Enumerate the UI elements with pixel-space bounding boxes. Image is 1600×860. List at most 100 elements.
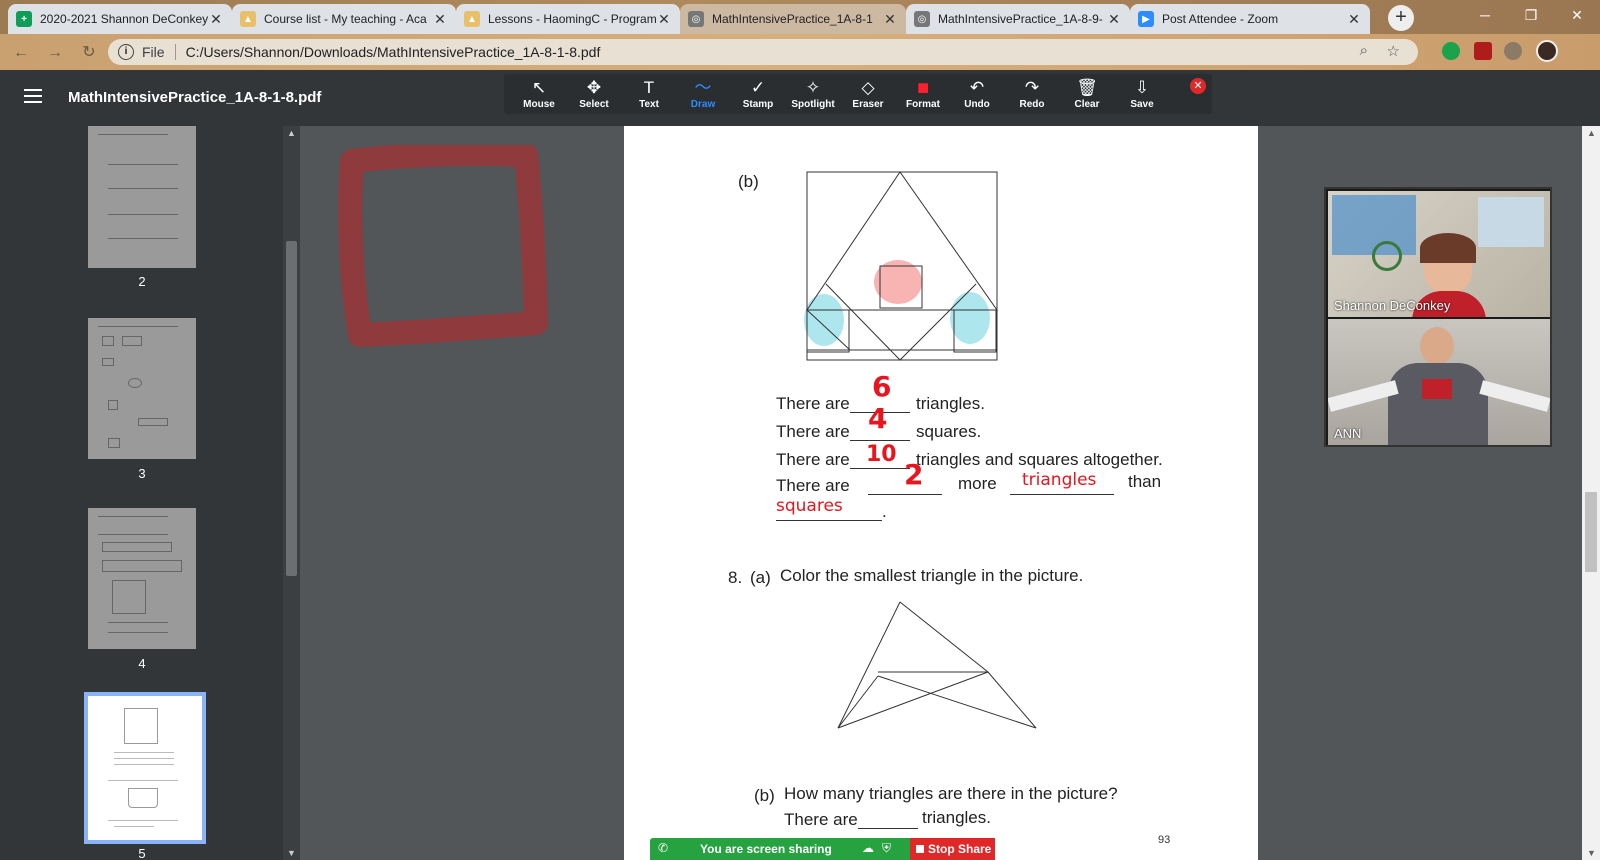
document-scrollbar[interactable]: ▲ ▼ <box>1582 126 1600 860</box>
close-icon[interactable]: ✕ <box>208 11 224 28</box>
line-prefix: There are <box>776 394 850 413</box>
question-8a-text: Color the smallest triangle in the pictu… <box>780 566 1084 585</box>
zoom-magnifier-icon[interactable]: ⌕ <box>1360 42 1368 59</box>
triangle-figure-8a <box>837 601 1037 729</box>
eraser-icon: ◇ <box>861 78 875 97</box>
bookmark-star-icon[interactable]: ☆ <box>1387 42 1400 60</box>
handwritten-answer: 6 <box>872 370 892 403</box>
back-icon[interactable]: ← <box>10 42 32 64</box>
tool-label: Stamp <box>742 99 774 110</box>
tool-label: Save <box>1130 99 1154 110</box>
window-close-icon[interactable]: ✕ <box>1554 0 1600 30</box>
video-tile-host[interactable]: Shannon DeConkey <box>1328 191 1550 317</box>
text-icon: T <box>643 78 655 97</box>
handwritten-answer: triangles <box>1022 470 1097 490</box>
tab-math-practice-2[interactable]: ◎ MathIntensivePractice_1A-8-9- ✕ <box>906 4 1130 34</box>
freehand-rectangle-annotation <box>338 145 548 347</box>
tab-math-practice-active[interactable]: ◎ MathIntensivePractice_1A-8-1 ✕ <box>680 4 906 34</box>
menu-icon[interactable] <box>24 89 42 103</box>
class-icon: ▲ <box>240 11 256 27</box>
ublock-icon[interactable] <box>1474 42 1492 60</box>
tool-select-button[interactable]: ✥ Select <box>567 78 621 112</box>
video-gallery[interactable]: Shannon DeConkey ANN <box>1324 187 1552 447</box>
answer-blank <box>850 468 910 469</box>
tool-label: Format <box>906 99 940 110</box>
handwritten-answer: 10 <box>866 442 897 467</box>
close-icon[interactable]: ✕ <box>656 11 672 28</box>
tab-zoom[interactable]: ▶ Post Attendee - Zoom ✕ <box>1130 4 1370 34</box>
tab-strip: + 2020-2021 Shannon DeConkey ✕ ▲ Course … <box>0 0 1600 34</box>
url-text[interactable]: C:/Users/Shannon/Downloads/MathIntensive… <box>186 44 601 60</box>
question-8b-text: How many triangles are there in the pict… <box>784 784 1118 803</box>
tab-lessons[interactable]: ▲ Lessons - HaomingC - Program ✕ <box>456 4 680 34</box>
tool-spotlight-button[interactable]: ✧ Spotlight <box>786 78 840 112</box>
tool-format-button[interactable]: ■ Format <box>896 78 950 112</box>
tool-text-button[interactable]: T Text <box>622 78 676 112</box>
stop-share-button[interactable]: Stop Share <box>910 838 995 860</box>
globe-icon: ◎ <box>914 11 930 27</box>
phone-icon: ✆ <box>658 841 669 855</box>
close-icon[interactable]: ✕ <box>882 11 898 28</box>
answer-blank <box>850 440 910 441</box>
redo-icon: ↷ <box>1024 78 1040 97</box>
handwritten-answer: 2 <box>904 458 924 491</box>
info-icon[interactable]: i <box>118 44 134 60</box>
tool-label: Mouse <box>523 99 555 110</box>
thumbnail-page-4[interactable] <box>88 508 196 649</box>
tool-label: Undo <box>964 99 990 110</box>
thumbnail-number: 5 <box>138 846 146 860</box>
thumbnail-page-5[interactable] <box>84 692 206 844</box>
tool-stamp-button[interactable]: ✓ Stamp <box>731 78 785 112</box>
tab-sheets[interactable]: + 2020-2021 Shannon DeConkey ✕ <box>8 4 232 34</box>
thumbnail-scrollbar[interactable]: ▲ ▼ <box>283 126 300 860</box>
thumbnail-page-2[interactable] <box>88 126 196 268</box>
shapes-figure-b <box>804 171 998 361</box>
tool-mouse-button[interactable]: ↖ Mouse <box>512 78 566 112</box>
mouse-icon: ↖ <box>531 78 547 97</box>
than-word: than <box>1128 472 1162 491</box>
part-b-label: (b) <box>754 786 775 805</box>
new-tab-button[interactable]: + <box>1388 5 1414 31</box>
divider <box>174 44 176 60</box>
thumbnail-page-3[interactable] <box>88 318 196 459</box>
close-icon[interactable]: ✕ <box>432 11 448 28</box>
tool-clear-button[interactable]: 🗑 Clear <box>1060 78 1114 112</box>
participant-name: Shannon DeConkey <box>1334 298 1451 313</box>
tool-redo-button[interactable]: ↷ Redo <box>1005 78 1059 112</box>
format-icon: ■ <box>916 77 930 99</box>
tool-eraser-button[interactable]: ◇ Eraser <box>841 78 895 112</box>
sheets-icon: + <box>16 11 32 27</box>
part-b-label: (b) <box>738 172 759 191</box>
line-prefix: There are <box>784 810 858 829</box>
reload-icon[interactable]: ↻ <box>78 42 100 64</box>
minimize-icon[interactable]: ─ <box>1462 0 1508 30</box>
tool-label: Select <box>579 99 609 110</box>
close-annotate-icon[interactable]: ✕ <box>1190 78 1206 94</box>
forward-icon[interactable]: → <box>44 42 66 64</box>
line-prefix: There are <box>776 450 850 469</box>
tool-undo-button[interactable]: ↶ Undo <box>950 78 1004 112</box>
tool-label: Spotlight <box>791 99 835 110</box>
security-shield-icon: ⛨ <box>882 841 892 855</box>
video-tile-student[interactable]: ANN <box>1328 319 1550 445</box>
close-icon[interactable]: ✕ <box>1346 11 1362 28</box>
tool-save-button[interactable]: ⇩ Save <box>1115 78 1169 112</box>
tool-draw-button[interactable]: 〜 Draw <box>676 78 730 112</box>
tool-label: Text <box>639 99 659 110</box>
restore-icon[interactable]: ❐ <box>1508 0 1554 30</box>
profile-avatar[interactable] <box>1536 40 1558 62</box>
tool-label: Redo <box>1019 99 1045 110</box>
handwritten-answer: 4 <box>868 402 888 435</box>
thumbnail-number: 4 <box>138 656 146 671</box>
extension-icon[interactable] <box>1442 42 1460 60</box>
line-prefix: There are <box>776 476 850 495</box>
close-icon[interactable]: ✕ <box>1106 11 1122 28</box>
extensions-puzzle-icon[interactable] <box>1504 42 1522 60</box>
tab-title: Lessons - HaomingC - Program <box>488 12 656 26</box>
tab-course-list[interactable]: ▲ Course list - My teaching - Aca ✕ <box>232 4 456 34</box>
omnibox[interactable]: i File C:/Users/Shannon/Downloads/MathIn… <box>108 39 1418 65</box>
undo-icon: ↶ <box>969 78 985 97</box>
spotlight-icon: ✧ <box>805 78 821 97</box>
stamp-icon: ✓ <box>750 78 766 97</box>
question-number: 8. <box>728 568 743 587</box>
